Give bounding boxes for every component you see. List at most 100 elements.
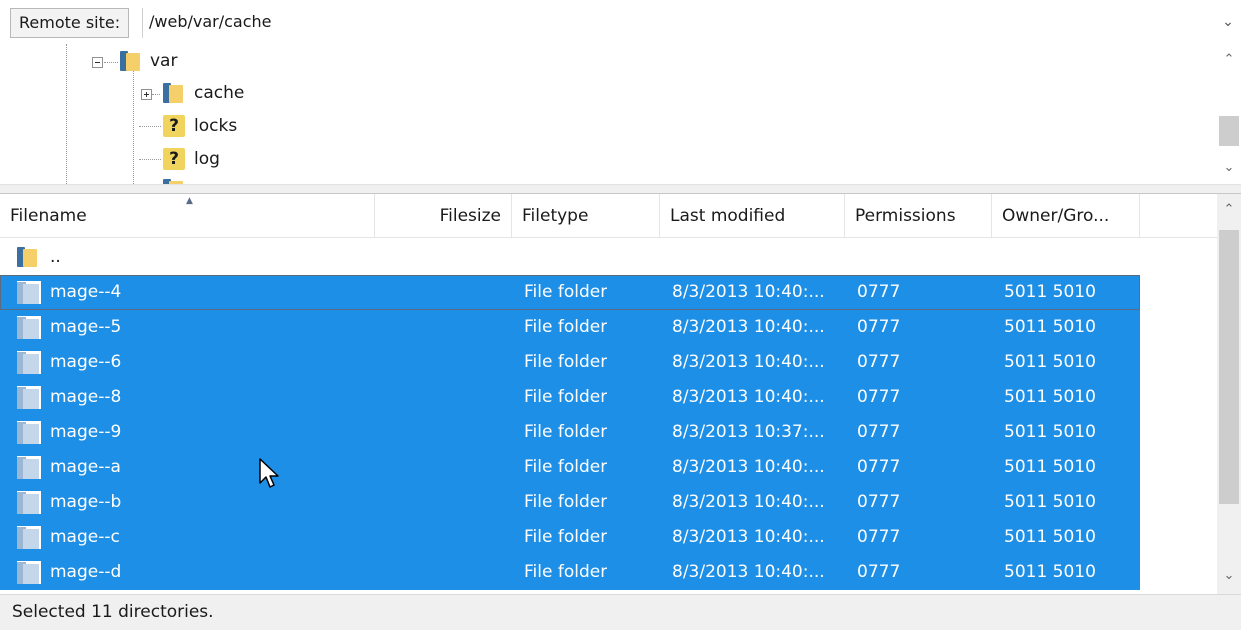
file-name: mage--c — [50, 527, 120, 547]
file-modified: 8/3/2013 10:40:... — [672, 562, 825, 582]
file-name: mage--a — [50, 457, 121, 477]
table-row[interactable]: mage--5 File folder 8/3/2013 10:40:... 0… — [0, 310, 1140, 345]
file-name: mage--5 — [50, 317, 122, 337]
file-modified: 8/3/2013 10:40:... — [672, 317, 825, 337]
remote-path-input[interactable]: /web/var/cache — [142, 8, 1202, 38]
file-modified: 8/3/2013 10:40:... — [672, 352, 825, 372]
folder-icon — [17, 561, 41, 584]
folder-icon — [17, 421, 41, 444]
remote-site-bar: Remote site: /web/var/cache ⌄ — [0, 0, 1241, 44]
column-filename[interactable]: Filename ▲ — [0, 194, 375, 238]
column-filename-label: Filename — [10, 206, 87, 226]
table-row[interactable]: mage--b File folder 8/3/2013 10:40:... 0… — [0, 485, 1140, 520]
file-type: File folder — [524, 457, 608, 477]
file-type: File folder — [524, 562, 608, 582]
folder-icon — [163, 82, 185, 104]
folder-icon — [17, 246, 39, 268]
file-permissions: 0777 — [857, 562, 901, 582]
chevron-down-icon[interactable]: ⌄ — [1221, 12, 1235, 32]
file-owner: 5011 5010 — [1004, 352, 1096, 372]
pane-splitter[interactable] — [0, 184, 1241, 194]
table-row[interactable]: mage--4 File folder 8/3/2013 10:40:... 0… — [0, 275, 1140, 310]
tree-item-log[interactable]: log — [194, 147, 220, 171]
scroll-up-icon[interactable]: ⌃ — [1217, 200, 1241, 220]
status-bar: Selected 11 directories. — [0, 594, 1241, 630]
file-type: File folder — [524, 387, 608, 407]
file-name: mage--9 — [50, 422, 122, 442]
folder-icon — [17, 526, 41, 549]
scroll-down-icon[interactable]: ⌄ — [1217, 158, 1241, 178]
tree-item-cache[interactable]: cache — [194, 81, 244, 105]
file-modified: 8/3/2013 10:40:... — [672, 492, 825, 512]
table-row[interactable]: mage--8 File folder 8/3/2013 10:40:... 0… — [0, 380, 1140, 415]
column-filesize[interactable]: Filesize — [375, 194, 512, 238]
scroll-thumb[interactable] — [1219, 230, 1239, 504]
file-permissions: 0777 — [857, 422, 901, 442]
unknown-file-icon: ? — [163, 115, 185, 137]
scroll-up-icon[interactable]: ⌃ — [1217, 50, 1241, 70]
directory-tree: var cache ? locks ? log — [0, 44, 1241, 184]
folder-icon — [17, 491, 41, 514]
tree-guide-line — [104, 62, 118, 63]
scroll-down-icon[interactable]: ⌄ — [1217, 566, 1241, 586]
unknown-file-icon: ? — [163, 148, 185, 170]
file-modified: 8/3/2013 10:40:... — [672, 527, 825, 547]
file-type: File folder — [524, 352, 608, 372]
folder-icon — [17, 281, 41, 304]
folder-icon — [120, 50, 142, 72]
file-modified: 8/3/2013 10:40:... — [672, 282, 825, 302]
file-permissions: 0777 — [857, 492, 901, 512]
column-filetype[interactable]: Filetype — [512, 194, 660, 238]
column-last-modified[interactable]: Last modified — [660, 194, 845, 238]
tree-guide-line — [139, 126, 161, 127]
file-list: Filename ▲ Filesize Filetype Last modifie… — [0, 194, 1241, 594]
remote-site-label: Remote site: — [10, 8, 130, 38]
file-name: mage--6 — [50, 352, 122, 372]
file-owner: 5011 5010 — [1004, 492, 1096, 512]
folder-icon — [17, 386, 41, 409]
file-type: File folder — [524, 492, 608, 512]
file-type: File folder — [524, 527, 608, 547]
scroll-thumb[interactable] — [1219, 116, 1239, 146]
column-owner-group[interactable]: Owner/Gro... — [992, 194, 1140, 238]
file-permissions: 0777 — [857, 457, 901, 477]
column-header-row: Filename ▲ Filesize Filetype Last modifie… — [0, 194, 1217, 238]
file-permissions: 0777 — [857, 317, 901, 337]
file-owner: 5011 5010 — [1004, 422, 1096, 442]
file-permissions: 0777 — [857, 527, 901, 547]
table-row[interactable]: mage--6 File folder 8/3/2013 10:40:... 0… — [0, 345, 1140, 380]
file-modified: 8/3/2013 10:40:... — [672, 387, 825, 407]
file-modified: 8/3/2013 10:40:... — [672, 457, 825, 477]
file-name: mage--4 — [50, 282, 122, 302]
file-modified: 8/3/2013 10:37:... — [672, 422, 825, 442]
sort-ascending-icon: ▲ — [186, 196, 193, 206]
tree-guide-line — [139, 159, 161, 160]
file-owner: 5011 5010 — [1004, 317, 1096, 337]
tree-guide-line — [152, 94, 160, 95]
parent-directory-row[interactable]: .. — [0, 240, 1140, 275]
file-name: mage--d — [50, 562, 122, 582]
file-permissions: 0777 — [857, 282, 901, 302]
tree-guide-line — [66, 44, 67, 184]
file-owner: 5011 5010 — [1004, 282, 1096, 302]
tree-guide-line — [133, 70, 134, 184]
file-owner: 5011 5010 — [1004, 457, 1096, 477]
folder-icon — [17, 456, 41, 479]
file-name: .. — [50, 247, 61, 267]
file-permissions: 0777 — [857, 352, 901, 372]
collapse-icon[interactable] — [92, 57, 103, 68]
file-type: File folder — [524, 317, 608, 337]
table-row[interactable]: mage--c File folder 8/3/2013 10:40:... 0… — [0, 520, 1140, 555]
tree-item-locks[interactable]: locks — [194, 114, 237, 138]
file-owner: 5011 5010 — [1004, 562, 1096, 582]
file-list-scrollbar[interactable]: ⌃ ⌄ — [1217, 194, 1241, 594]
table-row[interactable]: mage--d File folder 8/3/2013 10:40:... 0… — [0, 555, 1140, 590]
table-row[interactable]: mage--9 File folder 8/3/2013 10:37:... 0… — [0, 415, 1140, 450]
file-name: mage--8 — [50, 387, 122, 407]
expand-icon[interactable] — [141, 89, 152, 100]
folder-icon — [17, 316, 41, 339]
tree-scrollbar[interactable]: ⌃ ⌄ — [1217, 44, 1241, 184]
tree-item-var[interactable]: var — [150, 49, 177, 73]
table-row[interactable]: mage--a File folder 8/3/2013 10:40:... 0… — [0, 450, 1140, 485]
column-permissions[interactable]: Permissions — [845, 194, 992, 238]
